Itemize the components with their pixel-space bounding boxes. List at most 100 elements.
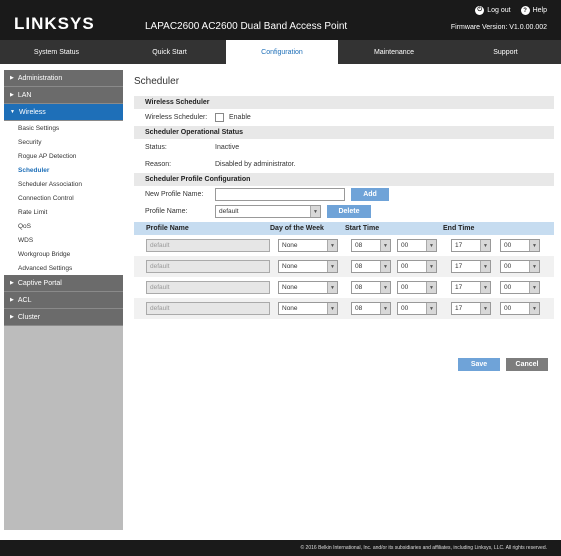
start-minute-value: 00 (401, 263, 409, 270)
top-links: ⏻ Log out ? Help (475, 6, 547, 15)
start-hour-select[interactable]: 08 ▼ (351, 302, 391, 315)
sidebar-item-administration[interactable]: ▶ Administration (4, 70, 123, 87)
end-hour-select[interactable]: 17 ▼ (451, 260, 491, 273)
start-minute-select[interactable]: 00 ▼ (397, 302, 437, 315)
form-actions: Save Cancel (458, 358, 548, 371)
profile-name-cell: default (146, 260, 270, 273)
tab-quick-start[interactable]: Quick Start (113, 40, 226, 64)
dropdown-arrow-icon: ▼ (426, 282, 436, 293)
enable-checkbox[interactable] (215, 113, 224, 122)
logout-label: Log out (487, 7, 511, 14)
header: LINKSYS LAPAC2600 AC2600 Dual Band Acces… (0, 0, 561, 40)
tab-configuration[interactable]: Configuration (226, 40, 338, 64)
sidebar-item-cluster[interactable]: ▶ Cluster (4, 309, 123, 326)
day-select[interactable]: None ▼ (278, 260, 338, 273)
dropdown-arrow-icon: ▼ (380, 261, 390, 272)
cancel-button[interactable]: Cancel (506, 358, 548, 371)
expand-arrow-icon: ▶ (10, 314, 14, 320)
end-hour-select[interactable]: 17 ▼ (451, 281, 491, 294)
enable-checkbox-label: Enable (229, 114, 251, 121)
dropdown-arrow-icon: ▼ (480, 303, 490, 314)
end-minute-value: 00 (504, 263, 512, 270)
col-start-time: Start Time (345, 225, 380, 232)
wireless-submenu: Basic Settings Security Rogue AP Detecti… (4, 121, 123, 275)
dropdown-arrow-icon: ▼ (426, 303, 436, 314)
start-minute-select[interactable]: 00 ▼ (397, 281, 437, 294)
expand-arrow-icon: ▶ (10, 75, 14, 81)
start-hour-select[interactable]: 08 ▼ (351, 260, 391, 273)
new-profile-row: New Profile Name: Add (134, 186, 554, 203)
sidebar-item-qos[interactable]: QoS (4, 219, 123, 233)
profile-name-select[interactable]: default ▼ (215, 205, 321, 218)
sidebar-item-advanced-settings[interactable]: Advanced Settings (4, 261, 123, 275)
reason-label: Reason: (145, 161, 172, 168)
main-nav: System Status Quick Start Configuration … (0, 40, 561, 64)
sidebar-item-wireless[interactable]: ▼ Wireless (4, 104, 123, 121)
tab-support[interactable]: Support (450, 40, 561, 64)
end-minute-select[interactable]: 00 ▼ (500, 260, 540, 273)
collapse-arrow-icon: ▼ (10, 109, 15, 115)
table-row: default None ▼ 08 ▼ 00 ▼ 17 ▼ 00 ▼ (134, 277, 554, 298)
sidebar-item-acl[interactable]: ▶ ACL (4, 292, 123, 309)
sidebar-item-scheduler[interactable]: Scheduler (4, 163, 123, 177)
logout-link[interactable]: ⏻ Log out (475, 6, 511, 15)
sidebar-item-lan[interactable]: ▶ LAN (4, 87, 123, 104)
end-minute-select[interactable]: 00 ▼ (500, 302, 540, 315)
product-title: LAPAC2600 AC2600 Dual Band Access Point (145, 21, 348, 32)
profile-name-cell: default (146, 302, 270, 315)
sidebar-item-rogue-ap-detection[interactable]: Rogue AP Detection (4, 149, 123, 163)
profile-name-row: Profile Name: default ▼ Delete (134, 203, 554, 220)
day-value: None (282, 305, 298, 312)
tab-system-status[interactable]: System Status (0, 40, 113, 64)
table-row: default None ▼ 08 ▼ 00 ▼ 17 ▼ 00 ▼ (134, 256, 554, 277)
start-hour-select[interactable]: 08 ▼ (351, 281, 391, 294)
delete-button[interactable]: Delete (327, 205, 371, 218)
start-minute-value: 00 (401, 242, 409, 249)
sidebar-item-label: Captive Portal (17, 279, 62, 287)
start-hour-value: 08 (355, 305, 363, 312)
tab-maintenance[interactable]: Maintenance (338, 40, 450, 64)
new-profile-input[interactable] (215, 188, 345, 201)
end-hour-select[interactable]: 17 ▼ (451, 302, 491, 315)
expand-arrow-icon: ▶ (10, 92, 14, 98)
main-content: Scheduler Wireless Scheduler Wireless Sc… (134, 70, 554, 371)
sidebar-item-workgroup-bridge[interactable]: Workgroup Bridge (4, 247, 123, 261)
sidebar-item-security[interactable]: Security (4, 135, 123, 149)
dropdown-arrow-icon: ▼ (327, 303, 337, 314)
end-hour-value: 17 (455, 284, 463, 291)
reason-value: Disabled by administrator. (215, 161, 296, 168)
help-link[interactable]: ? Help (520, 6, 547, 15)
day-select[interactable]: None ▼ (278, 239, 338, 252)
start-minute-select[interactable]: 00 ▼ (397, 260, 437, 273)
day-select[interactable]: None ▼ (278, 302, 338, 315)
end-hour-value: 17 (455, 263, 463, 270)
sidebar-item-label: Wireless (18, 108, 46, 116)
dropdown-arrow-icon: ▼ (480, 261, 490, 272)
wireless-scheduler-label: Wireless Scheduler: (145, 114, 208, 121)
day-value: None (282, 263, 298, 270)
sidebar-item-basic-settings[interactable]: Basic Settings (4, 121, 123, 135)
sidebar-item-connection-control[interactable]: Connection Control (4, 191, 123, 205)
start-minute-select[interactable]: 00 ▼ (397, 239, 437, 252)
sidebar-item-captive-portal[interactable]: ▶ Captive Portal (4, 275, 123, 292)
day-value: None (282, 242, 298, 249)
new-profile-label: New Profile Name: (145, 191, 204, 198)
profile-name-cell: default (146, 239, 270, 252)
profile-name-label: Profile Name: (145, 208, 188, 215)
sidebar-item-rate-limit[interactable]: Rate Limit (4, 205, 123, 219)
sidebar-item-scheduler-association[interactable]: Scheduler Association (4, 177, 123, 191)
add-button[interactable]: Add (351, 188, 389, 201)
reason-row: Reason: Disabled by administrator. (134, 156, 554, 173)
end-minute-select[interactable]: 00 ▼ (500, 239, 540, 252)
save-button[interactable]: Save (458, 358, 500, 371)
sidebar-item-label: LAN (17, 91, 32, 99)
expand-arrow-icon: ▶ (10, 280, 14, 286)
end-hour-select[interactable]: 17 ▼ (451, 239, 491, 252)
page-title: Scheduler (134, 76, 180, 87)
end-minute-value: 00 (504, 305, 512, 312)
end-minute-select[interactable]: 00 ▼ (500, 281, 540, 294)
start-hour-select[interactable]: 08 ▼ (351, 239, 391, 252)
sidebar-item-wds[interactable]: WDS (4, 233, 123, 247)
status-row: Status: Inactive (134, 139, 554, 156)
day-select[interactable]: None ▼ (278, 281, 338, 294)
